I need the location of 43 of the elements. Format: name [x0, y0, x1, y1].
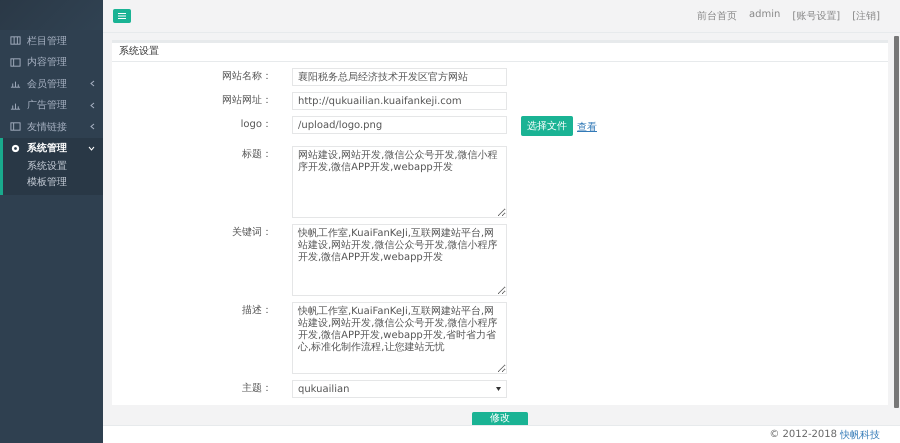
choose-file-button[interactable]: 选择文件 [521, 116, 573, 136]
window-icon [10, 121, 21, 132]
table-icon [10, 35, 21, 46]
chevron-left-icon [90, 80, 95, 88]
field-label: 网站名称： [221, 70, 273, 84]
company-link[interactable]: 快帆科技 [840, 428, 880, 442]
field-label: 网站网址： [221, 94, 273, 108]
sidebar-item[interactable]: 栏目管理 [0, 30, 103, 52]
input-field[interactable]: http://qukuailian.kuaifankeji.com [292, 92, 507, 110]
copyright-text: © 2012-2018 [769, 429, 837, 440]
scrollbar[interactable] [894, 36, 899, 408]
theme-select[interactable]: qukuailian [292, 380, 507, 398]
text-area[interactable]: 网站建设,网站开发,微信公众号开发,微信小程序开发,微信APP开发,webapp开发 [292, 146, 507, 218]
submenu-item[interactable]: 模板管理 [27, 175, 67, 191]
submit-button[interactable]: 修改 [472, 412, 528, 425]
chevron-left-icon [90, 123, 95, 130]
menu-icon [118, 13, 126, 19]
chevron-down-icon [88, 146, 95, 151]
text-area[interactable]: 快帆工作室,KuaiFanKeJi,互联网建站平台,网站建设,网站开发,微信公众号开发,微信小程序开发,微信APP开发,webapp开发 [292, 224, 507, 296]
field-label: logo： [240, 118, 273, 132]
window-icon [10, 56, 21, 68]
header-link[interactable]: [注销] [852, 9, 880, 23]
field-label: 描述： [241, 304, 273, 318]
view-link[interactable]: 查看 [577, 116, 597, 140]
header-link[interactable]: [账号设置] [792, 9, 840, 23]
sidebar-item[interactable]: 内容管理 [0, 52, 103, 73]
field-label: 标题： [241, 148, 273, 162]
sidebar-item[interactable]: 广告管理 [0, 94, 103, 116]
header-link[interactable]: 前台首页 [697, 9, 738, 23]
text-area[interactable]: 快帆工作室,KuaiFanKeJi,互联网建站平台,网站建设,网站开发,微信公众号开发,微信小程序开发,微信APP开发,webapp开发,省时省力省心,标准化制作流程,让您建站无忧 [292, 302, 507, 374]
chevron-left-icon [90, 102, 95, 109]
header-link[interactable]: admin [749, 9, 780, 23]
sidebar-item[interactable]: 系统管理 [3, 138, 103, 159]
input-field[interactable]: /upload/logo.png [292, 116, 507, 134]
menu-button[interactable] [113, 9, 131, 23]
field-label: 主题： [241, 382, 273, 396]
sidebar-item[interactable]: 会员管理 [0, 73, 103, 94]
dropdown-arrow-icon [496, 387, 501, 391]
panel-title: 系统设置 [112, 43, 888, 62]
input-field[interactable]: 襄阳税务总局经济技术开发区官方网站 [292, 68, 507, 86]
submenu-item[interactable]: 系统设置 [27, 159, 67, 175]
field-label: 关键词： [231, 226, 273, 240]
sidebar-item[interactable]: 友情链接 [0, 116, 103, 138]
